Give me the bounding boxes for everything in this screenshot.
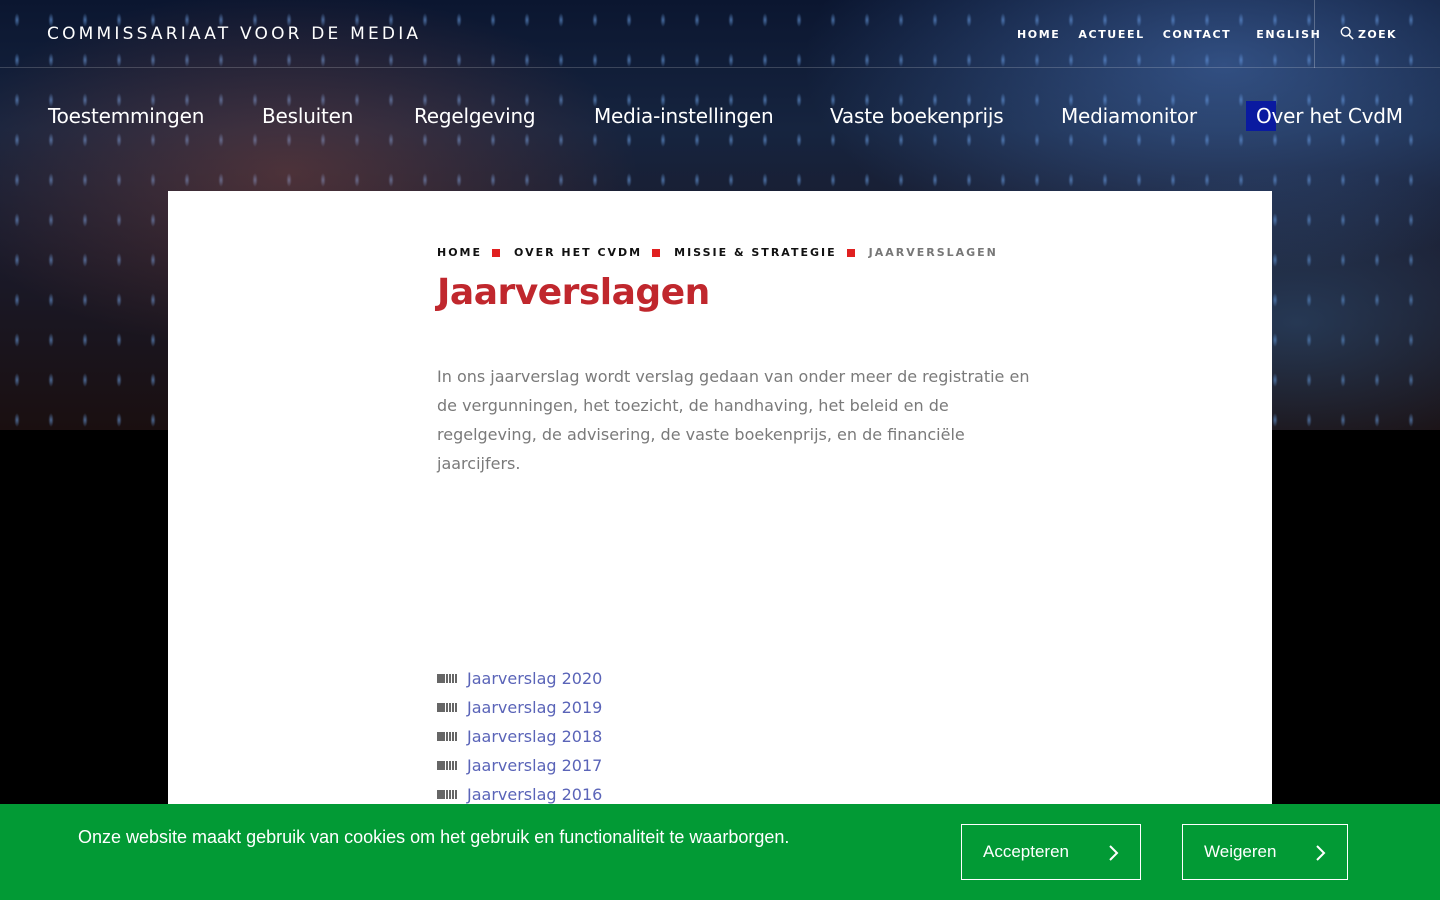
- nav-item-toestemmingen[interactable]: Toestemmingen: [48, 104, 204, 128]
- search-label: ZOEK: [1358, 28, 1397, 41]
- accept-cookies-button[interactable]: Accepteren: [961, 824, 1141, 880]
- decline-label: Weigeren: [1204, 842, 1277, 861]
- breadcrumb-missie-strategie[interactable]: MISSIE & STRATEGIE: [674, 246, 836, 259]
- report-list: Jaarverslag 2020 Jaarverslag 2019 Jaarve…: [437, 664, 602, 809]
- cookie-banner: Onze website maakt gebruik van cookies o…: [0, 804, 1440, 900]
- document-icon: [437, 732, 458, 741]
- chevron-right-icon: [1313, 844, 1327, 862]
- breadcrumb-home[interactable]: HOME: [437, 246, 482, 259]
- utility-nav: HOME ACTUEEL CONTACT ENGLISH: [1017, 28, 1339, 41]
- nav-item-media-instellingen[interactable]: Media-instellingen: [594, 104, 774, 128]
- report-link-2018[interactable]: Jaarverslag 2018: [467, 727, 602, 746]
- top-bar: COMMISSARIAAT VOOR DE MEDIA HOME ACTUEEL…: [0, 0, 1440, 68]
- main-nav: Toestemmingen Besluiten Regelgeving Medi…: [0, 101, 1440, 134]
- page-title: Jaarverslagen: [437, 272, 710, 313]
- nav-item-over-het-cvdm[interactable]: Over het CvdM: [1256, 104, 1403, 128]
- search-button[interactable]: ZOEK: [1340, 26, 1397, 43]
- utility-link-actueel[interactable]: ACTUEEL: [1078, 28, 1144, 41]
- nav-item-besluiten[interactable]: Besluiten: [262, 104, 353, 128]
- breadcrumb-current: JAARVERSLAGEN: [868, 246, 998, 259]
- site-logo[interactable]: COMMISSARIAAT VOOR DE MEDIA: [47, 24, 421, 44]
- utility-link-contact[interactable]: CONTACT: [1163, 28, 1232, 41]
- content-card: [168, 191, 1272, 900]
- intro-text: In ons jaarverslag wordt verslag gedaan …: [437, 367, 1030, 473]
- document-icon: [437, 761, 458, 770]
- language-switch-english[interactable]: ENGLISH: [1256, 28, 1321, 41]
- breadcrumb-over-het-cvdm[interactable]: OVER HET CVDM: [514, 246, 642, 259]
- list-item: Jaarverslag 2020: [437, 664, 602, 693]
- list-item: Jaarverslag 2019: [437, 693, 602, 722]
- utility-link-home[interactable]: HOME: [1017, 28, 1060, 41]
- breadcrumb-separator: [652, 248, 661, 257]
- nav-item-vaste-boekenprijs[interactable]: Vaste boekenprijs: [830, 104, 1004, 128]
- search-icon: [1340, 26, 1354, 43]
- report-link-2017[interactable]: Jaarverslag 2017: [467, 756, 602, 775]
- report-link-2020[interactable]: Jaarverslag 2020: [467, 669, 602, 688]
- nav-item-mediamonitor[interactable]: Mediamonitor: [1061, 104, 1197, 128]
- breadcrumb-separator: [492, 248, 501, 257]
- list-item: Jaarverslag 2017: [437, 751, 602, 780]
- accept-label: Accepteren: [983, 842, 1069, 861]
- breadcrumb-separator: [846, 248, 855, 257]
- document-icon: [437, 674, 458, 683]
- chevron-right-icon: [1106, 844, 1120, 862]
- cookie-message: Onze website maakt gebruik van cookies o…: [78, 827, 790, 847]
- list-item: Jaarverslag 2018: [437, 722, 602, 751]
- nav-item-regelgeving[interactable]: Regelgeving: [414, 104, 536, 128]
- document-icon: [437, 790, 458, 799]
- decline-cookies-button[interactable]: Weigeren: [1182, 824, 1348, 880]
- document-icon: [437, 703, 458, 712]
- search-divider: [1314, 0, 1315, 68]
- report-link-2016[interactable]: Jaarverslag 2016: [467, 785, 602, 804]
- breadcrumb: HOME OVER HET CVDM MISSIE & STRATEGIE JA…: [437, 246, 998, 259]
- report-link-2019[interactable]: Jaarverslag 2019: [467, 698, 602, 717]
